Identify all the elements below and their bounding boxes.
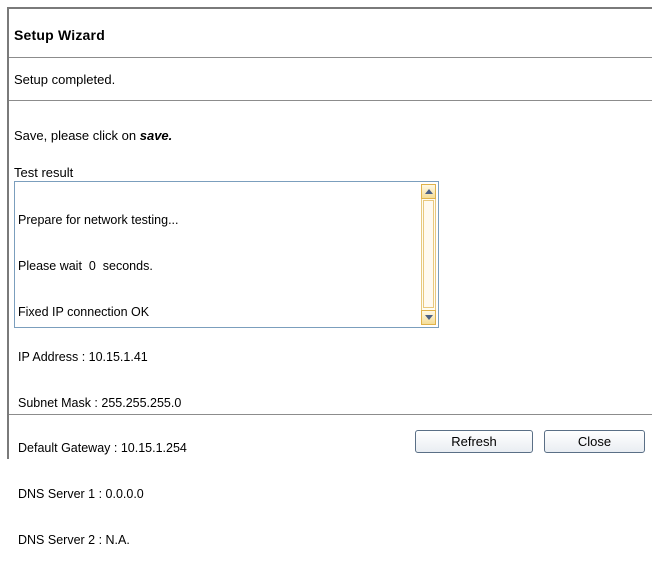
- scroll-up-button[interactable]: [421, 184, 436, 199]
- setup-wizard-panel: Setup Wizard Setup completed. Save, plea…: [7, 7, 652, 547]
- result-line: Please wait 0 seconds.: [18, 259, 153, 274]
- close-button[interactable]: Close: [544, 430, 645, 453]
- refresh-button[interactable]: Refresh: [415, 430, 533, 453]
- status-row: Setup completed.: [9, 58, 652, 101]
- test-result-lines: Prepare for network testing... Please wa…: [18, 183, 187, 578]
- result-line: DNS Server 1 : 0.0.0.0: [18, 487, 144, 502]
- wizard-header: Setup Wizard: [9, 9, 652, 58]
- result-line: IP Address : 10.15.1.41: [18, 350, 148, 365]
- result-line: Prepare for network testing...: [18, 213, 179, 228]
- vertical-scrollbar[interactable]: [421, 184, 436, 325]
- save-instruction-text: Save, please click on: [14, 128, 140, 143]
- wizard-body: Save, please click on save. Test result …: [9, 101, 652, 547]
- test-result-textarea[interactable]: Prepare for network testing... Please wa…: [14, 181, 439, 547]
- arrow-down-icon: [425, 315, 433, 320]
- scroll-thumb[interactable]: [423, 200, 434, 308]
- result-line: DNS Server 2 : N.A.: [18, 532, 130, 547]
- result-line: Subnet Mask : 255.255.255.0: [18, 395, 182, 410]
- save-link-text: save.: [139, 128, 173, 143]
- arrow-up-icon: [425, 189, 433, 194]
- result-line: Fixed IP connection OK: [18, 304, 150, 319]
- scroll-down-button[interactable]: [421, 310, 436, 325]
- save-instruction: Save, please click on save.: [14, 128, 172, 143]
- button-bar: Refresh Close: [9, 415, 652, 461]
- page-title: Setup Wizard: [14, 27, 105, 43]
- test-result-label: Test result: [14, 165, 74, 180]
- status-text: Setup completed.: [14, 72, 116, 87]
